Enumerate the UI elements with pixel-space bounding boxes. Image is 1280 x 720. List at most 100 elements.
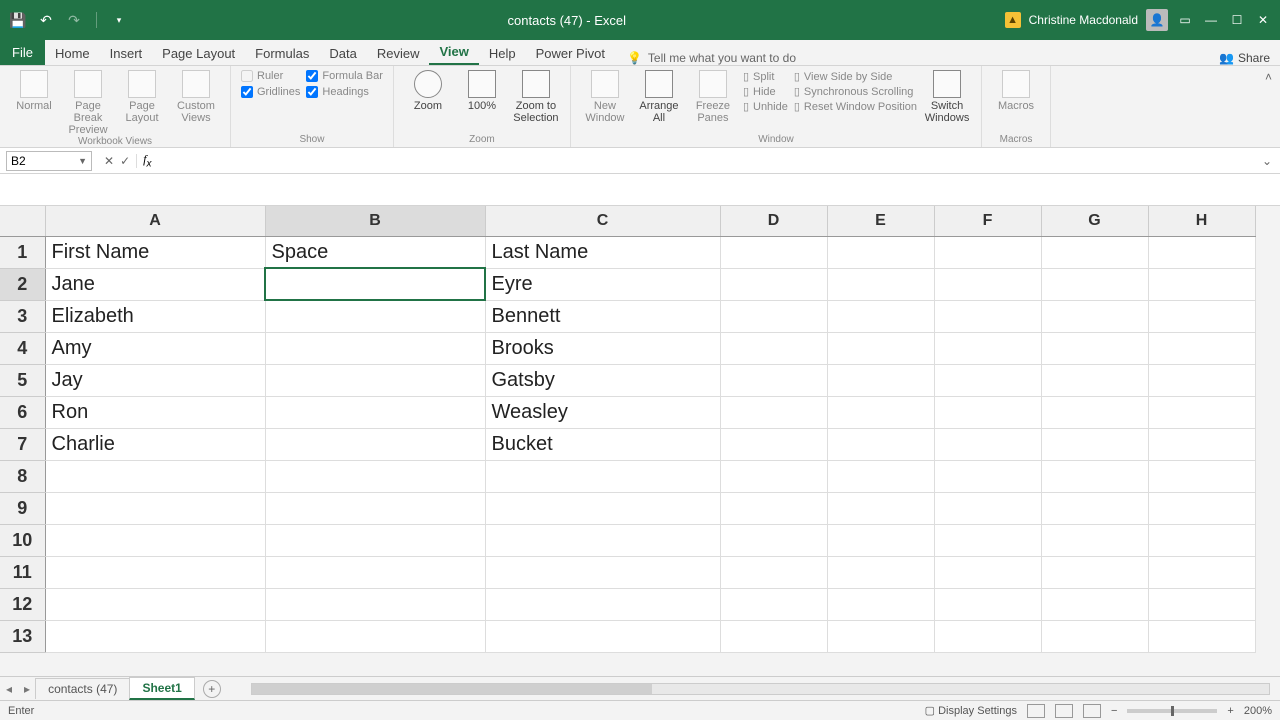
tab-view[interactable]: View [429,40,478,65]
normal-view-icon[interactable] [1027,704,1045,718]
headings-checkbox[interactable]: Headings [306,86,383,98]
page-layout-button[interactable]: Page Layout [118,70,166,124]
column-header-D[interactable]: D [720,206,827,236]
cell-H6[interactable] [1148,396,1255,428]
freeze-panes-button[interactable]: Freeze Panes [689,70,737,124]
arrange-all-button[interactable]: Arrange All [635,70,683,124]
cell-E6[interactable] [827,396,934,428]
cell-B12[interactable] [265,588,485,620]
cell-D3[interactable] [720,300,827,332]
cell-F3[interactable] [934,300,1041,332]
cell-C9[interactable] [485,492,720,524]
cell-H5[interactable] [1148,364,1255,396]
cell-G12[interactable] [1041,588,1148,620]
cell-D4[interactable] [720,332,827,364]
cell-F11[interactable] [934,556,1041,588]
cell-D1[interactable] [720,236,827,268]
formula-bar-checkbox[interactable]: Formula Bar [306,70,383,82]
row-header-4[interactable]: 4 [0,332,45,364]
cell-C1[interactable]: Last Name [485,236,720,268]
cell-G8[interactable] [1041,460,1148,492]
cell-H10[interactable] [1148,524,1255,556]
cell-F10[interactable] [934,524,1041,556]
formula-input[interactable] [157,151,1253,171]
cell-H3[interactable] [1148,300,1255,332]
column-header-E[interactable]: E [827,206,934,236]
cell-C4[interactable]: Brooks [485,332,720,364]
cell-F1[interactable] [934,236,1041,268]
cell-D10[interactable] [720,524,827,556]
user-name[interactable]: Christine Macdonald [1029,13,1138,27]
switch-windows-button[interactable]: Switch Windows [923,70,971,124]
cell-A7[interactable]: Charlie [45,428,265,460]
cell-B6[interactable] [265,396,485,428]
view-side-by-side-button[interactable]: ▯ View Side by Side [794,70,917,83]
ribbon-display-icon[interactable]: ▭ [1176,11,1194,29]
row-header-12[interactable]: 12 [0,588,45,620]
cell-C7[interactable]: Bucket [485,428,720,460]
synchronous-scrolling-button[interactable]: ▯ Synchronous Scrolling [794,85,917,98]
page-break-view-icon[interactable] [1083,704,1101,718]
cell-D6[interactable] [720,396,827,428]
cell-G2[interactable] [1041,268,1148,300]
zoom-button[interactable]: Zoom [404,70,452,112]
cell-G9[interactable] [1041,492,1148,524]
cell-G6[interactable] [1041,396,1148,428]
cell-G3[interactable] [1041,300,1148,332]
cell-D9[interactable] [720,492,827,524]
cell-C5[interactable]: Gatsby [485,364,720,396]
tab-help[interactable]: Help [479,42,526,65]
cell-B11[interactable] [265,556,485,588]
tab-formulas[interactable]: Formulas [245,42,319,65]
cell-B7[interactable] [265,428,485,460]
cell-H11[interactable] [1148,556,1255,588]
zoom-out-button[interactable]: − [1111,705,1117,717]
cell-E11[interactable] [827,556,934,588]
cell-G4[interactable] [1041,332,1148,364]
cell-B13[interactable] [265,620,485,652]
cell-H12[interactable] [1148,588,1255,620]
cell-E5[interactable] [827,364,934,396]
cell-A10[interactable] [45,524,265,556]
cell-E3[interactable] [827,300,934,332]
cell-C12[interactable] [485,588,720,620]
cell-G11[interactable] [1041,556,1148,588]
cell-A9[interactable] [45,492,265,524]
cell-G10[interactable] [1041,524,1148,556]
cell-C3[interactable]: Bennett [485,300,720,332]
cell-B8[interactable] [265,460,485,492]
tab-data[interactable]: Data [319,42,366,65]
cell-C8[interactable] [485,460,720,492]
cell-E10[interactable] [827,524,934,556]
cell-B2[interactable] [265,268,485,300]
maximize-icon[interactable]: ☐ [1228,11,1246,29]
cell-C13[interactable] [485,620,720,652]
zoom-slider[interactable] [1127,709,1217,713]
tab-home[interactable]: Home [45,42,100,65]
tab-review[interactable]: Review [367,42,430,65]
cell-A11[interactable] [45,556,265,588]
column-header-C[interactable]: C [485,206,720,236]
row-header-3[interactable]: 3 [0,300,45,332]
cell-B1[interactable]: Space [265,236,485,268]
tab-power-pivot[interactable]: Power Pivot [526,42,615,65]
cell-F4[interactable] [934,332,1041,364]
cell-A1[interactable]: First Name [45,236,265,268]
cell-B3[interactable] [265,300,485,332]
cell-D7[interactable] [720,428,827,460]
cell-C10[interactable] [485,524,720,556]
normal-view-button[interactable]: Normal [10,70,58,112]
row-header-8[interactable]: 8 [0,460,45,492]
column-header-B[interactable]: B [265,206,485,236]
zoom-in-button[interactable]: + [1227,705,1233,717]
cell-H9[interactable] [1148,492,1255,524]
cell-H7[interactable] [1148,428,1255,460]
cell-F7[interactable] [934,428,1041,460]
cell-F9[interactable] [934,492,1041,524]
cell-B4[interactable] [265,332,485,364]
ruler-checkbox[interactable]: Ruler [241,70,300,82]
column-header-F[interactable]: F [934,206,1041,236]
horizontal-scrollbar[interactable] [251,683,1270,695]
fx-icon[interactable]: fx [137,152,157,169]
cell-G1[interactable] [1041,236,1148,268]
